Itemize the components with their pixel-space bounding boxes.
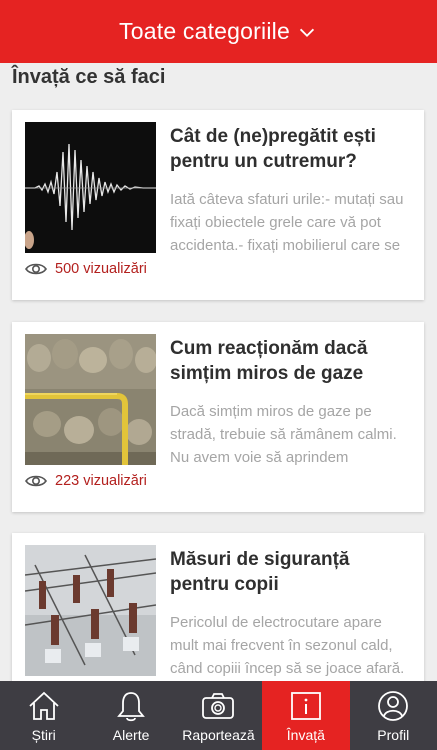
nav-item-profil[interactable]: Profil	[350, 681, 437, 750]
article-title[interactable]: Cum reacționăm dacă simțim miros de gaze	[170, 336, 410, 386]
bell-icon	[117, 692, 145, 722]
category-selector[interactable]: Toate categoriile	[0, 0, 437, 63]
article-card[interactable]: Cât de (ne)pregătit ești pentru un cutre…	[12, 110, 424, 300]
home-icon	[29, 691, 59, 720]
category-title: Toate categoriile	[119, 18, 290, 44]
chevron-down-icon	[299, 28, 315, 37]
eye-icon	[25, 475, 47, 487]
section-title: Învață ce să faci	[12, 66, 166, 88]
eye-icon	[25, 263, 47, 275]
view-count: 500 vizualizări	[25, 261, 147, 277]
nav-item-raporteaza[interactable]: Raportează	[175, 681, 262, 750]
article-image-gas-pipe	[25, 334, 156, 465]
nav-label: Raportează	[182, 727, 255, 743]
article-title[interactable]: Cât de (ne)pregătit ești pentru un cutre…	[170, 124, 410, 174]
article-title[interactable]: Măsuri de siguranță pentru copii	[170, 547, 410, 597]
article-image-seismograph	[25, 122, 156, 253]
camera-icon	[202, 693, 235, 719]
nav-item-stiri[interactable]: Știri	[0, 681, 87, 750]
nav-label: Profil	[377, 727, 410, 743]
nav-label: Alerte	[112, 727, 150, 743]
view-count-text: 500 vizualizări	[55, 261, 147, 277]
nav-item-alerte[interactable]: Alerte	[87, 681, 174, 750]
article-card[interactable]: Cum reacționăm dacă simțim miros de gaze…	[12, 322, 424, 512]
nav-item-invata[interactable]: Învață	[262, 681, 350, 750]
nav-label: Învață	[286, 727, 325, 743]
article-excerpt: Dacă simțim miros de gaze pe stradă, tre…	[170, 403, 397, 466]
bottom-navigation: Știri Alerte Raportează Învață Profil	[0, 681, 437, 750]
nav-label: Știri	[31, 727, 56, 743]
article-image-power-insulators	[25, 545, 156, 676]
view-count-text: 223 vizualizări	[55, 473, 147, 489]
profile-icon	[378, 691, 409, 721]
view-count: 223 vizualizări	[25, 473, 147, 489]
article-excerpt: Pericolul de electrocutare apare mult ma…	[170, 614, 405, 677]
app-screen: Toate categoriile Învață ce să faci Cât …	[0, 0, 437, 750]
info-icon	[290, 692, 321, 720]
article-excerpt: Iată câteva sfaturi urile:- mutați sau f…	[170, 191, 404, 254]
